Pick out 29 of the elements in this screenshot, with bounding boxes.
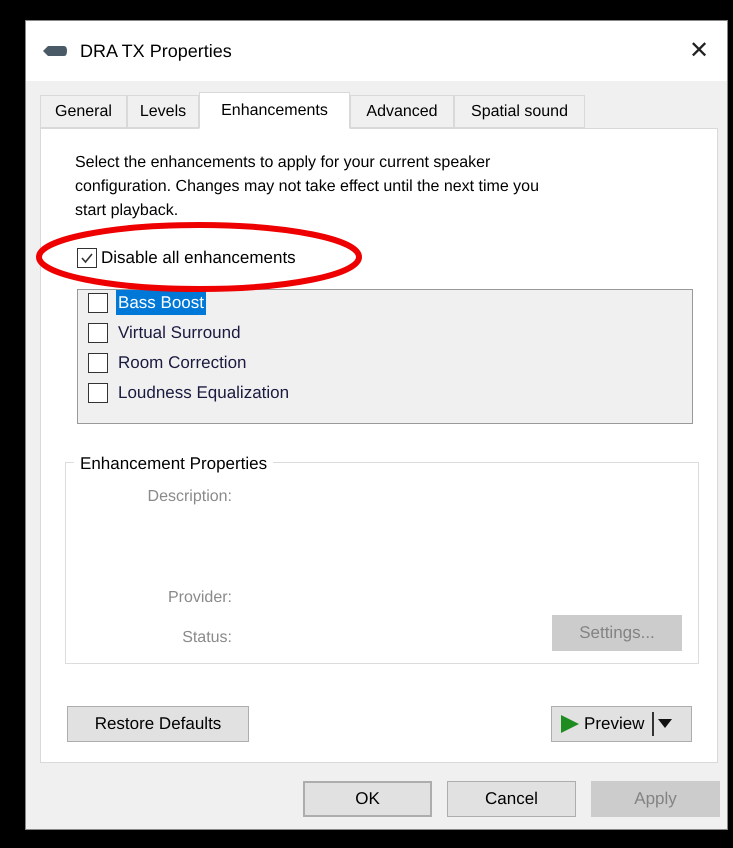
checkbox[interactable]	[88, 292, 108, 312]
field-label: Status:	[182, 628, 232, 648]
dropdown-arrow-icon	[658, 718, 672, 728]
speaker-device-icon	[42, 44, 68, 58]
list-item[interactable]: Loudness Equalization	[116, 380, 292, 406]
list-item[interactable]: Bass Boost	[116, 290, 206, 316]
button[interactable]: OK	[303, 781, 432, 817]
checkbox-label: Disable all enhancements	[101, 247, 296, 269]
field-label: Provider:	[168, 588, 232, 608]
tab[interactable]: Levels	[127, 95, 199, 128]
preview-button[interactable]: Preview	[551, 706, 692, 742]
close-button[interactable]: ✕	[679, 31, 719, 71]
tab[interactable]: Enhancements	[199, 92, 350, 129]
window-title: DRA TX Properties	[80, 40, 232, 63]
intro-text: Select the enhancements to apply for your current speaker configuration. Changes may not take effect until the next time you start playback.	[75, 153, 540, 221]
button[interactable]: Cancel	[447, 781, 576, 817]
button[interactable]: Restore Defaults	[67, 706, 249, 742]
list-item[interactable]: Room Correction	[116, 350, 248, 376]
checkbox[interactable]	[88, 322, 108, 342]
tab[interactable]: Spatial sound	[454, 95, 585, 128]
field-label: Description:	[148, 486, 232, 506]
checkmark-icon	[80, 250, 94, 265]
tab[interactable]: General	[40, 95, 127, 128]
play-icon	[560, 714, 580, 734]
list-item[interactable]: Virtual Surround	[116, 320, 243, 346]
tab[interactable]: Advanced	[350, 95, 454, 128]
checkbox[interactable]	[88, 352, 108, 372]
checkbox[interactable]	[88, 382, 108, 402]
checkbox[interactable]	[77, 248, 97, 268]
